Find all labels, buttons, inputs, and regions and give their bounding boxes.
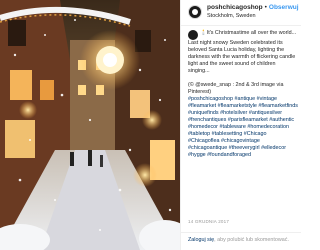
separator-dot: • [264, 4, 267, 11]
post-caption: 🕯️It's Christmastime all over the world.… [188, 30, 298, 159]
caption-credit: (© @swede_snap : 2nd & 3rd image via Pin… [188, 82, 284, 95]
avatar[interactable] [188, 5, 202, 19]
caption-hashtags[interactable]: #poshchicagoshop #antique #vintage #flea… [188, 96, 298, 158]
post-header: poshchicagoshop • Obserwuj Stockholm, Swed… [181, 0, 301, 26]
login-footer: Zaloguj się, aby polubić lub skomentować… [181, 232, 301, 250]
caption-avatar-icon[interactable] [188, 30, 198, 40]
follow-button[interactable]: Obserwuj [269, 4, 299, 11]
location-link[interactable]: Stockholm, Sweden [207, 13, 256, 19]
login-link[interactable]: Zaloguj się [188, 237, 214, 243]
login-prompt-rest: , aby polubić lub skomentować. [214, 237, 289, 243]
post-details-panel: poshchicagoshop • Obserwuj Stockholm, Swed… [180, 0, 301, 250]
post-date: 14 GRUDNIA 2017 [188, 219, 230, 224]
snowy-street-image [0, 0, 180, 250]
username-link[interactable]: poshchicagoshop [207, 4, 263, 11]
login-prompt: Zaloguj się, aby polubić lub skomentować… [188, 237, 289, 243]
post-photo[interactable] [0, 0, 180, 250]
username-row: poshchicagoshop • Obserwuj [207, 4, 299, 11]
caption-text: 🕯️It's Christmastime all over the world.… [188, 30, 297, 74]
